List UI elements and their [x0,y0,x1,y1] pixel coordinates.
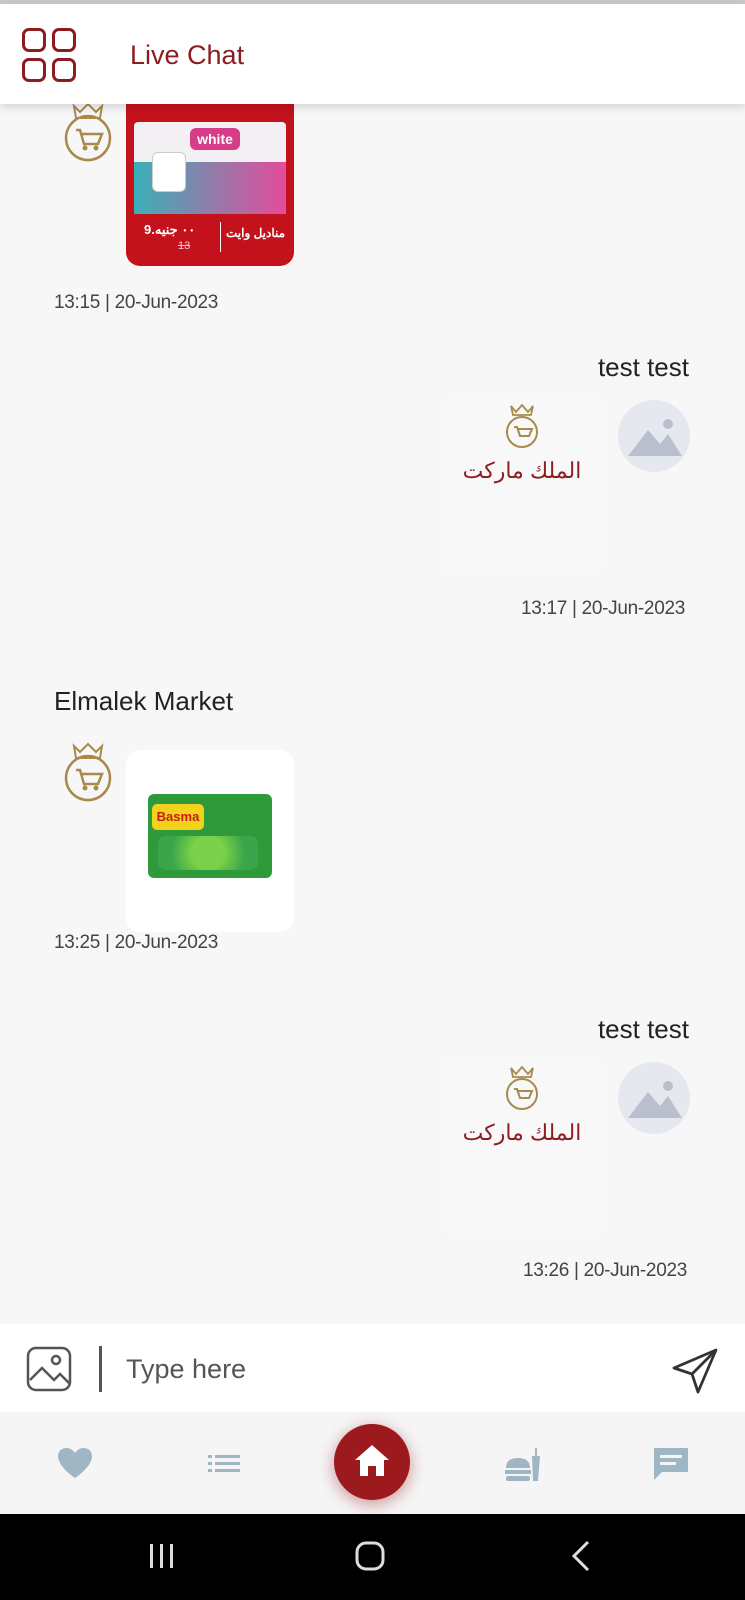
user-avatar [618,1062,690,1134]
logo-text: الملك ماركت [462,1120,582,1145]
message-image[interactable]: الملك ماركت [442,1058,602,1236]
message-image[interactable]: Basma [126,750,294,932]
input-divider [99,1346,102,1392]
message-sender: Elmalek Market [54,686,234,716]
send-icon[interactable] [670,1346,720,1396]
page-title: Live Chat [130,40,245,70]
store-logo-icon [56,104,120,162]
store-logo-icon [506,403,538,448]
back-icon[interactable] [566,1540,598,1577]
product-price: 9.٠٠ جنيه [144,222,196,237]
user-avatar [618,400,690,472]
price-divider [220,222,221,252]
chat-icon[interactable] [652,1446,690,1482]
message-image[interactable]: white 9.٠٠ جنيه 13 مناديل وايت [126,104,294,266]
product-old-price: 13 [178,240,191,252]
message-input[interactable] [126,1346,626,1392]
recent-apps-icon[interactable] [146,1540,178,1577]
app-header: Live Chat [0,4,745,104]
bottom-navigation [0,1412,745,1514]
store-logo-icon [56,738,120,802]
roll-shape [152,152,186,192]
message-timestamp: 13:26 | 20-Jun-2023 [522,1260,687,1281]
product-brand: white [190,128,240,150]
message-timestamp: 13:25 | 20-Jun-2023 [54,932,219,953]
message-sender: test test [597,352,689,382]
system-navigation-bar [0,1514,745,1600]
product-brand: Basma [152,804,204,830]
list-icon[interactable] [206,1446,244,1482]
food-icon[interactable] [502,1446,540,1482]
message-timestamp: 13:15 | 20-Jun-2023 [54,292,219,313]
message-timestamp: 13:17 | 20-Jun-2023 [520,598,685,619]
product-photo: white [134,122,286,214]
product-photo: Basma [148,794,272,878]
chat-messages[interactable]: white 9.٠٠ جنيه 13 مناديل وايت 13:15 | 2… [0,104,745,1324]
peas-shape [158,836,258,870]
product-title: مناديل وايت [226,226,286,240]
heart-icon[interactable] [56,1446,94,1482]
image-placeholder-icon [628,1081,682,1118]
grid-menu-icon[interactable] [22,28,80,86]
image-icon[interactable] [26,1346,72,1392]
image-placeholder-icon [628,419,682,456]
message-image[interactable]: الملك ماركت [442,396,602,574]
message-sender: test test [597,1014,689,1044]
home-button[interactable] [334,1424,410,1500]
logo-text: الملك ماركت [462,458,582,483]
message-composer [0,1324,745,1412]
store-logo-icon [506,1065,538,1110]
home-icon [355,1445,389,1476]
home-system-icon[interactable] [354,1540,386,1577]
